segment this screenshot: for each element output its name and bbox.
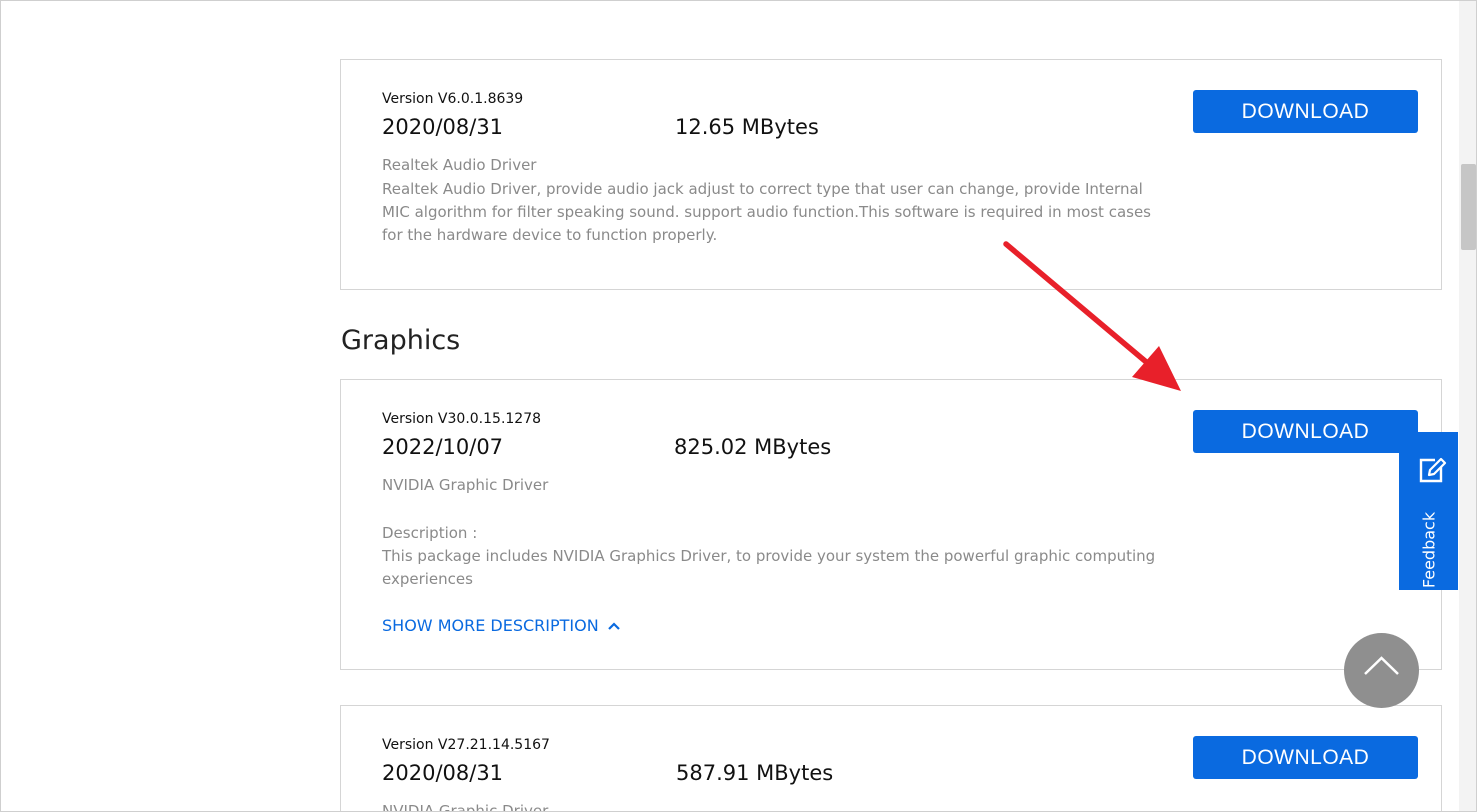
browser-viewport: Version V6.0.1.8639 2020/08/31 12.65 MBy… [0, 0, 1477, 812]
annotation-arrow-icon [1003, 241, 1181, 391]
